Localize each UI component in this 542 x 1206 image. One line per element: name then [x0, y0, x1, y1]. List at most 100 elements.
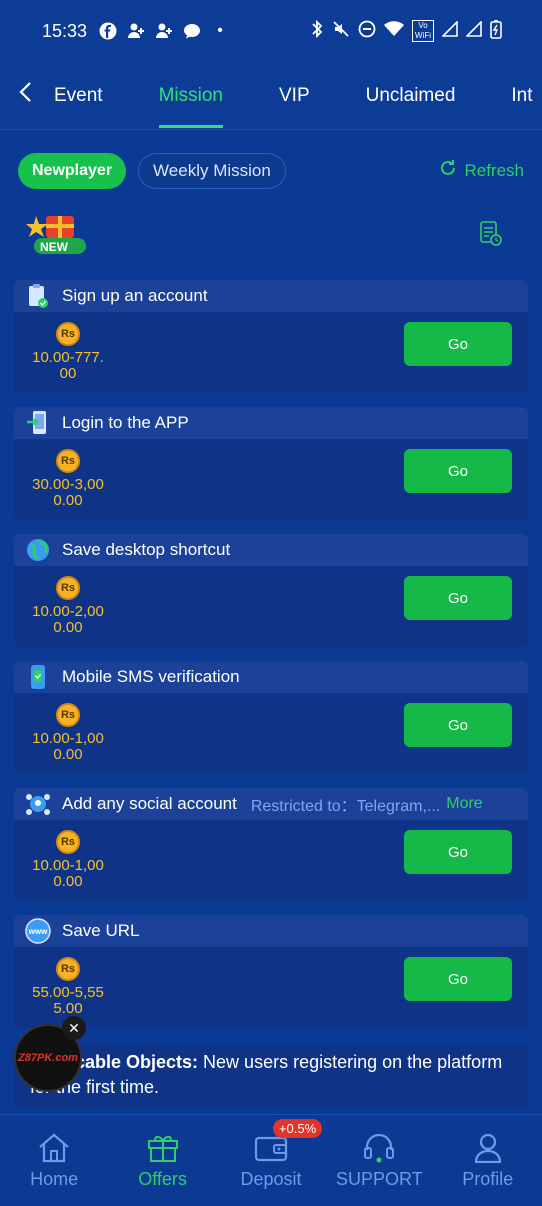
- tab-mission[interactable]: Mission: [158, 62, 224, 129]
- signal-icon-2: [465, 20, 482, 41]
- mission-title: Login to the APP: [62, 413, 189, 432]
- tab-event[interactable]: Event: [54, 62, 103, 129]
- phone-login-icon: [24, 409, 52, 437]
- go-button[interactable]: Go: [404, 830, 512, 874]
- mission-header: Mobile SMS verification: [14, 661, 528, 693]
- rupee-coin-icon: Rs: [56, 830, 80, 854]
- filter-weekly-mission[interactable]: Weekly Mission: [138, 153, 286, 189]
- mission-card: www Save URL Rs 55.00-5,555.00 Go: [14, 915, 528, 1028]
- reward-amount: 10.00-1,000.00: [32, 857, 104, 890]
- go-button[interactable]: Go: [404, 449, 512, 493]
- deposit-bonus-badge: +0.5%: [272, 1119, 323, 1138]
- top-tabs: Event Mission VIP Unclaimed Int: [0, 62, 542, 130]
- nav-deposit[interactable]: +0.5% Deposit: [221, 1119, 323, 1190]
- go-button[interactable]: Go: [404, 703, 512, 747]
- nav-label: SUPPORT: [336, 1169, 423, 1189]
- person-add-icon: [127, 22, 145, 40]
- chat-bubble-icon: [183, 22, 201, 40]
- mission-title: Save URL: [62, 921, 140, 940]
- reward-amount: 10.00-2,000.00: [32, 603, 104, 636]
- mission-header: www Save URL: [14, 915, 528, 947]
- tab-unclaimed[interactable]: Unclaimed: [366, 62, 456, 129]
- status-bar: 15:33 • Vo WiFi: [0, 0, 542, 62]
- reward-block: Rs 10.00-1,000.00: [28, 830, 108, 890]
- rupee-coin-icon: Rs: [56, 322, 80, 346]
- mission-title: Sign up an account: [62, 286, 208, 305]
- restricted-text: Restricted to：Telegram,...: [250, 798, 441, 815]
- refresh-button[interactable]: Refresh: [438, 158, 524, 184]
- gift-icon: [144, 1131, 182, 1165]
- mission-title: Mobile SMS verification: [62, 667, 240, 686]
- tab-int[interactable]: Int: [511, 62, 532, 129]
- mission-title: Save desktop shortcut: [62, 540, 231, 559]
- nav-label: Deposit: [240, 1169, 302, 1189]
- home-icon: [35, 1131, 73, 1165]
- reward-block: Rs 10.00-777.00: [28, 322, 108, 382]
- mission-header: Add any social account Restricted to：Tel…: [14, 788, 528, 820]
- rupee-coin-icon: Rs: [56, 957, 80, 981]
- mission-card: Save desktop shortcut Rs 10.00-2,000.00 …: [14, 534, 528, 647]
- refresh-label: Refresh: [464, 161, 524, 180]
- bottom-navigation: Home Offers +0.5% Deposit SUPPORT Profil…: [0, 1114, 542, 1206]
- profile-icon: [469, 1131, 507, 1165]
- rupee-coin-icon: Rs: [56, 703, 80, 727]
- person-add-icon-2: [155, 22, 173, 40]
- go-button[interactable]: Go: [404, 957, 512, 1001]
- go-button[interactable]: Go: [404, 576, 512, 620]
- mobile-sms-icon: [24, 663, 52, 691]
- refresh-icon: [438, 158, 458, 184]
- mission-card: Sign up an account Rs 10.00-777.00 Go: [14, 280, 528, 393]
- reward-block: Rs 55.00-5,555.00: [28, 957, 108, 1017]
- mission-title: Add any social account: [62, 794, 237, 813]
- mission-filters: Newplayer Weekly Mission Refresh: [18, 152, 524, 190]
- social-icon: [24, 790, 52, 818]
- bluetooth-icon: [310, 19, 324, 42]
- mission-header: Save desktop shortcut: [14, 534, 528, 566]
- reward-amount: 10.00-777.00: [32, 349, 104, 382]
- signal-icon: [441, 20, 458, 41]
- dnd-icon: [358, 20, 376, 42]
- svg-text:www: www: [28, 927, 48, 936]
- reward-amount: 10.00-1,000.00: [32, 730, 104, 763]
- mission-card: Login to the APP Rs 30.00-3,000.00 Go: [14, 407, 528, 520]
- headset-icon: [360, 1131, 398, 1165]
- new-gift-badge-icon: NEW: [26, 210, 90, 258]
- filter-newplayer[interactable]: Newplayer: [18, 153, 127, 189]
- rupee-coin-icon: Rs: [56, 576, 80, 600]
- dot-icon: •: [217, 22, 223, 39]
- mute-icon: [332, 20, 350, 42]
- wifi-icon: [384, 21, 404, 41]
- nav-label: Offers: [138, 1169, 187, 1189]
- nav-offers[interactable]: Offers: [113, 1131, 213, 1190]
- record-document-icon[interactable]: [480, 221, 502, 247]
- reward-block: Rs 10.00-2,000.00: [28, 576, 108, 636]
- globe-icon: [24, 536, 52, 564]
- reward-amount: 30.00-3,000.00: [32, 476, 104, 509]
- nav-support[interactable]: SUPPORT: [329, 1131, 429, 1190]
- nav-label: Home: [30, 1169, 79, 1189]
- clipboard-check-icon: [24, 282, 52, 310]
- rupee-coin-icon: Rs: [56, 449, 80, 473]
- nav-home[interactable]: Home: [4, 1131, 104, 1190]
- tab-vip[interactable]: VIP: [279, 62, 310, 129]
- nav-profile[interactable]: Profile: [438, 1131, 538, 1190]
- go-button[interactable]: Go: [404, 322, 512, 366]
- facebook-icon: [99, 22, 117, 40]
- status-time: 15:33: [42, 20, 88, 41]
- mission-card: Mobile SMS verification Rs 10.00-1,000.0…: [14, 661, 528, 774]
- applicable-objects-note: Applicable Objects: New users registerin…: [14, 1044, 528, 1108]
- reward-amount: 55.00-5,555.00: [32, 984, 104, 1017]
- more-link[interactable]: More: [446, 795, 482, 813]
- battery-icon: [490, 19, 502, 43]
- mission-header: Login to the APP: [14, 407, 528, 439]
- new-badge-label: NEW: [40, 240, 68, 254]
- nav-label: Profile: [462, 1169, 514, 1189]
- www-icon: www: [24, 917, 52, 945]
- mission-header: Sign up an account: [14, 280, 528, 312]
- reward-block: Rs 30.00-3,000.00: [28, 449, 108, 509]
- volte-wifi-badge: Vo WiFi: [412, 20, 434, 42]
- mission-card: Add any social account Restricted to：Tel…: [14, 788, 528, 901]
- back-chevron-icon[interactable]: [0, 81, 44, 110]
- close-icon[interactable]: ✕: [62, 1016, 86, 1040]
- reward-block: Rs 10.00-1,000.00: [28, 703, 108, 763]
